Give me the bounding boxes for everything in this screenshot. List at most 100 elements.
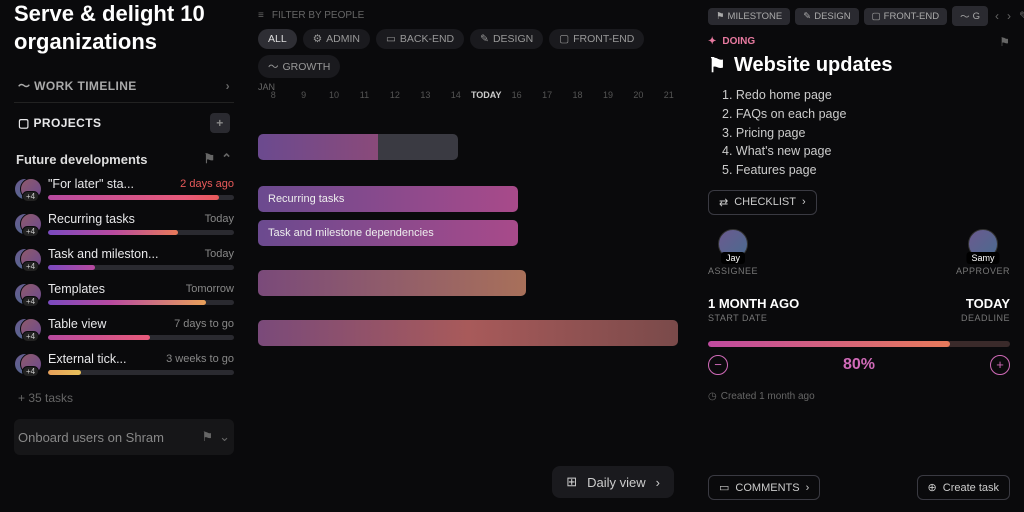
avatar-stack: +4	[14, 178, 40, 200]
task-item[interactable]: +4 "For later" sta...2 days ago	[14, 173, 234, 208]
list-item: FAQs on each page	[722, 105, 1010, 124]
tag-nav: ‹ › ✎ ⋮	[993, 7, 1024, 25]
dates-row: 8 9 10 11 12 13 14 TODAY 16 17 18 19 20 …	[258, 86, 684, 104]
avatar-stack: +4	[14, 213, 40, 235]
detail-panel: ⚑MILESTONE ✎DESIGN ▢FRONT-END 〜G ‹ › ✎ ⋮…	[694, 0, 1024, 512]
tag-design[interactable]: ✎DESIGN	[795, 8, 858, 25]
avatar: Jay	[718, 229, 748, 259]
avatar-stack: +4	[14, 353, 40, 375]
task-name: External tick...	[48, 352, 160, 366]
start-date: 1 MONTH AGO START DATE	[708, 296, 799, 323]
date-cell: 13	[410, 90, 440, 100]
assignee[interactable]: Jay ASSIGNEE	[708, 229, 758, 276]
tag-growth[interactable]: 〜G	[952, 6, 988, 26]
pill-all[interactable]: ALL	[258, 29, 297, 49]
flag-icon: ⚑	[708, 53, 726, 78]
people-row: Jay ASSIGNEE Samy APPROVER	[708, 229, 1010, 276]
edit-icon[interactable]: ✎	[1017, 7, 1024, 25]
tag-frontend[interactable]: ▢FRONT-END	[864, 8, 947, 25]
milestone-icon: ⚑	[716, 11, 725, 22]
gantt-bar[interactable]	[258, 270, 526, 296]
task-item[interactable]: +4 Table view7 days to go	[14, 313, 234, 348]
clock-icon: ◷	[708, 391, 717, 402]
comments-button[interactable]: ▭COMMENTS›	[708, 475, 820, 500]
task-item[interactable]: +4 External tick... 3 weeks to go	[14, 348, 234, 383]
tag-milestone[interactable]: ⚑MILESTONE	[708, 8, 790, 25]
chevron-right-icon: ›	[656, 475, 660, 490]
gantt-area: Recurring tasks Task and milestone depen…	[258, 110, 684, 450]
pill-growth[interactable]: 〜GROWTH	[258, 55, 340, 78]
admin-icon: ⚙	[313, 33, 322, 45]
comment-icon: ▭	[719, 481, 729, 494]
growth-icon: 〜	[268, 59, 279, 74]
add-project-button[interactable]: +	[210, 113, 230, 133]
group-header[interactable]: Future developments ⚑ ⌃	[14, 145, 234, 173]
next-button[interactable]: ›	[1005, 7, 1013, 25]
work-timeline-nav[interactable]: 〜 WORK TIMELINE ›	[14, 69, 234, 103]
design-icon: ✎	[803, 11, 811, 22]
prev-button[interactable]: ‹	[993, 7, 1001, 25]
checklist-items: Redo home page FAQs on each page Pricing…	[708, 86, 1010, 180]
gantt-bar[interactable]: Recurring tasks	[258, 186, 518, 212]
date-cell: 12	[380, 90, 410, 100]
projects-header: ▢ PROJECTS +	[14, 103, 234, 143]
date-cell: 14	[441, 90, 471, 100]
avatar-stack: +4	[14, 318, 40, 340]
progress-bar	[708, 341, 1010, 347]
person-role: ASSIGNEE	[708, 266, 758, 276]
avatar: Samy	[968, 229, 998, 259]
task-date: 7 days to go	[174, 318, 234, 330]
chevron-up-icon[interactable]: ⌃	[221, 151, 232, 167]
increase-button[interactable]: +	[990, 355, 1010, 375]
pill-design[interactable]: ✎DESIGN	[470, 29, 543, 49]
date-cell: 9	[288, 90, 318, 100]
date-cell: 20	[623, 90, 653, 100]
more-tasks-link[interactable]: + 35 tasks	[14, 383, 234, 413]
approver[interactable]: Samy APPROVER	[956, 229, 1010, 276]
gantt-bar[interactable]	[258, 134, 458, 160]
list-item: Features page	[722, 161, 1010, 180]
collapsed-group-title: Onboard users on Shram	[18, 430, 164, 445]
gantt-bar[interactable]	[258, 320, 678, 346]
date-cell: 8	[258, 90, 288, 100]
view-toggle[interactable]: ⊞ Daily view ›	[552, 466, 674, 498]
timeline-icon: 〜	[18, 77, 30, 94]
filter-label: FILTER BY PEOPLE	[272, 10, 364, 21]
pill-admin[interactable]: ⚙ADMIN	[303, 29, 370, 49]
date-cell: 11	[349, 90, 379, 100]
decrease-button[interactable]: −	[708, 355, 728, 375]
checklist-button[interactable]: ⇄CHECKLIST›	[708, 190, 817, 215]
task-date: 3 weeks to go	[166, 353, 234, 365]
list-item: Pricing page	[722, 124, 1010, 143]
group-title: Future developments	[16, 152, 147, 167]
chevron-right-icon: ›	[226, 79, 230, 93]
date-cell: 10	[319, 90, 349, 100]
detail-title: ⚑ Website updates	[708, 53, 1010, 78]
task-item[interactable]: +4 TemplatesTomorrow	[14, 278, 234, 313]
flag-icon[interactable]: ⚑	[203, 151, 215, 167]
checklist-icon: ⇄	[719, 196, 728, 209]
folder-icon: ▢	[18, 116, 30, 130]
date-cell: 21	[654, 90, 684, 100]
detail-tags: ⚑MILESTONE ✎DESIGN ▢FRONT-END 〜G ‹ › ✎ ⋮	[708, 6, 1010, 26]
date-cell-today: TODAY	[471, 90, 502, 100]
project-group: Future developments ⚑ ⌃ +4 "For later" s…	[14, 145, 234, 413]
avatar-stack: +4	[14, 283, 40, 305]
progress-section: − 80% +	[708, 341, 1010, 375]
task-name: Task and mileston...	[48, 247, 199, 261]
task-item[interactable]: +4 Task and mileston...Today	[14, 243, 234, 278]
sidebar: Serve & delight 10 organizations 〜 WORK …	[0, 0, 248, 512]
flag-button[interactable]: ⚑	[999, 35, 1010, 49]
pill-frontend[interactable]: ▢FRONT-END	[549, 29, 644, 49]
gantt-bar[interactable]: Task and milestone dependencies	[258, 220, 518, 246]
collapsed-project-group[interactable]: Onboard users on Shram ⚑⌄	[14, 419, 234, 455]
pill-backend[interactable]: ▭BACK-END	[376, 29, 464, 49]
work-timeline-label: WORK TIMELINE	[34, 79, 137, 93]
date-cell: 16	[501, 90, 531, 100]
doing-icon: ✦	[708, 36, 716, 47]
task-date: Today	[205, 213, 234, 225]
create-task-button[interactable]: ⊕Create task	[917, 475, 1010, 500]
task-item[interactable]: +4 Recurring tasksToday	[14, 208, 234, 243]
projects-label: PROJECTS	[33, 116, 101, 130]
chevron-right-icon: ›	[806, 482, 810, 494]
